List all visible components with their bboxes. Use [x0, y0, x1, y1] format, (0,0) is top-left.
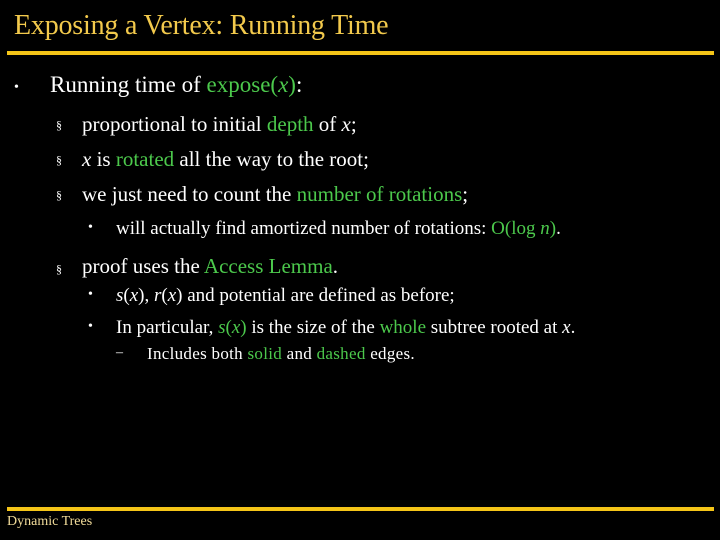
slide-title: Exposing a Vertex: Running Time — [14, 10, 389, 41]
item-rotated-to-root: x is rotated all the way to the root; — [82, 147, 369, 171]
highlight-solid: solid — [247, 344, 283, 363]
item-solid-dashed-edges: Includes both solid and dashed edges. — [147, 344, 415, 363]
text: Running time of — [50, 72, 207, 97]
item-proportional-depth: proportional to initial depth of x; — [82, 112, 357, 136]
bullet-level2: § — [56, 118, 62, 132]
item-count-rotations: we just need to count the number of rota… — [82, 182, 469, 206]
highlight-access-lemma: Access Lemma — [203, 254, 333, 278]
bullet-level2: § — [56, 188, 62, 202]
highlight-o-log-n: O(log n) — [491, 218, 557, 239]
highlight-number-of-rotations: number of rotations — [296, 182, 463, 206]
item-access-lemma: proof uses the Access Lemma. — [82, 254, 339, 278]
title-rule — [7, 51, 714, 55]
item-whole-subtree: In particular, s(x) is the size of the w… — [116, 317, 576, 338]
highlight-whole: whole — [379, 317, 427, 338]
bullet-running-time: Running time of expose(x): — [50, 72, 303, 97]
highlight-depth: depth — [266, 112, 314, 136]
highlight-s-x: s(x) — [218, 317, 247, 338]
footer-rule — [7, 507, 714, 511]
bullet-level3: • — [88, 319, 93, 334]
bullet-level4: – — [116, 345, 123, 360]
bullet-level3: • — [88, 220, 93, 235]
item-definitions: s(x), r(x) and potential are defined as … — [116, 285, 455, 306]
bullet-level1: • — [14, 80, 19, 95]
bullet-level2: § — [56, 262, 62, 276]
highlight-rotated: rotated — [115, 147, 175, 171]
bullet-level2: § — [56, 153, 62, 167]
highlight-dashed: dashed — [316, 344, 366, 363]
highlight-expose: expose(x) — [206, 72, 296, 97]
bullet-level3: • — [88, 287, 93, 302]
footer-text: Dynamic Trees — [7, 514, 93, 529]
item-amortized-rotations: will actually find amortized number of r… — [116, 218, 561, 239]
